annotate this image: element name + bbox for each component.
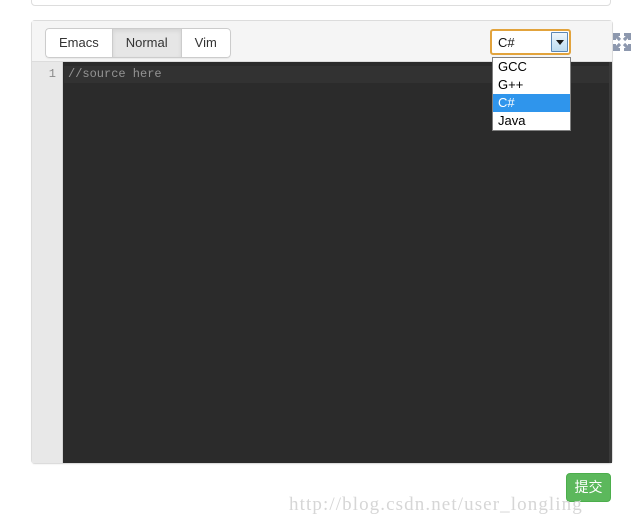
editor-vertical-scrollbar[interactable] (609, 62, 612, 463)
upper-panel-fragment (31, 0, 611, 6)
language-option-gcc[interactable]: GCC (493, 58, 570, 76)
code-line-text[interactable]: //source here (68, 66, 162, 83)
line-number-gutter: 1 (32, 62, 63, 463)
language-select[interactable]: C# GCC G++ C# Java (490, 29, 571, 131)
watermark-text: http://blog.csdn.net/user_longling (289, 494, 583, 515)
language-select-options-list[interactable]: GCC G++ C# Java (492, 57, 571, 131)
code-editor-panel: Emacs Normal Vim C# GCC G++ C# Java 1 //… (31, 20, 631, 464)
line-number: 1 (48, 67, 56, 81)
keymap-button-emacs[interactable]: Emacs (45, 28, 112, 58)
language-option-csharp[interactable]: C# (493, 94, 570, 112)
language-option-java[interactable]: Java (493, 112, 570, 130)
editor-toolbar: Emacs Normal Vim C# GCC G++ C# Java (32, 21, 631, 131)
language-select-box[interactable]: C# (490, 29, 571, 55)
keymap-button-vim[interactable]: Vim (180, 28, 231, 58)
chevron-down-icon[interactable] (551, 32, 568, 52)
fullscreen-expand-icon[interactable] (612, 32, 632, 52)
editor-keymap-button-group: Emacs Normal Vim (45, 28, 231, 58)
keymap-button-normal[interactable]: Normal (111, 28, 181, 58)
language-option-gpp[interactable]: G++ (493, 76, 570, 94)
language-select-value: C# (498, 34, 515, 50)
